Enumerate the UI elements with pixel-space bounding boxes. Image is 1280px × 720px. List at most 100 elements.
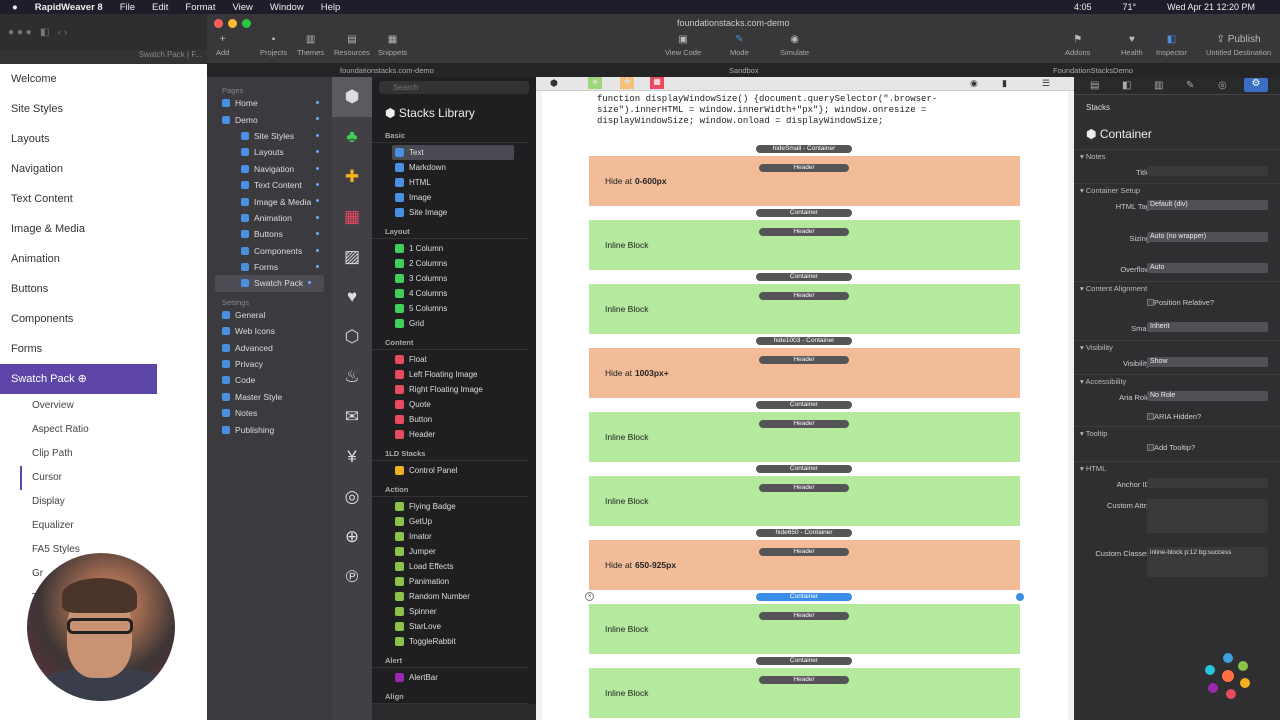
library-item-panimation[interactable]: Panimation <box>372 574 536 589</box>
settings-sliders-icon[interactable]: ☰ <box>1042 78 1050 89</box>
red-swatch-icon[interactable]: ▦ <box>650 77 664 89</box>
web-nav-forms[interactable]: Forms <box>0 334 157 364</box>
library-section-basic[interactable]: Basic <box>372 128 528 143</box>
container-pill[interactable]: hide1003 - Container <box>756 337 852 345</box>
library-item-load-effects[interactable]: Load Effects <box>372 559 536 574</box>
page-item-buttons[interactable]: Buttons <box>207 226 332 242</box>
library-item-site-image[interactable]: Site Image <box>372 205 536 220</box>
menu-view[interactable]: View <box>232 2 252 13</box>
library-section-content[interactable]: Content <box>372 335 528 350</box>
orange-swatch-icon[interactable]: ✚ <box>620 77 634 89</box>
inspector-button[interactable]: ◧ Inspector <box>1156 34 1187 57</box>
header-pill[interactable]: Header <box>759 612 849 620</box>
page-inspector-icon[interactable]: ▤ <box>1090 80 1099 91</box>
web-nav-components[interactable]: Components <box>0 304 157 334</box>
tab-foundationstacksdemo[interactable]: FoundationStacksDemo <box>1053 66 1133 75</box>
menu-window[interactable]: Window <box>270 2 304 13</box>
library-item-button[interactable]: Button <box>372 412 536 427</box>
web-nav-layouts[interactable]: Layouts <box>0 124 157 154</box>
library-item-control-panel[interactable]: Control Panel <box>372 463 536 478</box>
container-setup-group[interactable]: ▾ Container Setup <box>1074 183 1280 196</box>
library-item-header[interactable]: Header <box>372 427 536 442</box>
library-section-action[interactable]: Action <box>372 482 528 497</box>
web-nav-image-media[interactable]: Image & Media <box>0 214 157 244</box>
flame-icon[interactable]: ♨ <box>332 357 372 397</box>
visibility-group[interactable]: ▾ Visibility <box>1074 340 1280 353</box>
header-pill[interactable]: Header <box>759 484 849 492</box>
stacks-mode-icon[interactable]: ⬢ <box>550 78 558 89</box>
page-item-swatch-pack[interactable]: Swatch Pack <box>215 275 324 292</box>
general-inspector-icon[interactable]: ◧ <box>1122 80 1131 91</box>
delete-stack-icon[interactable]: × <box>585 592 594 601</box>
resources-button[interactable]: ▤ Resources <box>334 34 370 57</box>
page-item-site-styles[interactable]: Site Styles <box>207 128 332 144</box>
html-group[interactable]: ▾ HTML <box>1074 461 1280 474</box>
library-item-imator[interactable]: Imator <box>372 529 536 544</box>
simulate-button[interactable]: ◉ Simulate <box>780 34 809 57</box>
container-pill[interactable]: Container <box>756 209 852 217</box>
cube-icon[interactable]: ⬢ <box>332 77 372 117</box>
web-nav-animation[interactable]: Animation <box>0 244 157 274</box>
custom-classes-field[interactable]: inline-block p:12 bg:success <box>1147 547 1268 577</box>
container-pill[interactable]: hideSmall - Container <box>756 145 852 153</box>
web-sub-aspect-ratio[interactable]: Aspect Ratio <box>0 418 157 442</box>
heart-icon[interactable]: ♥ <box>332 277 372 317</box>
library-section-align[interactable]: Align <box>372 689 528 704</box>
title-field[interactable] <box>1147 166 1268 176</box>
aria-role-select[interactable]: No Role <box>1147 391 1268 401</box>
library-item-left-floating-image[interactable]: Left Floating Image <box>372 367 536 382</box>
yen-icon[interactable]: ¥ <box>332 437 372 477</box>
notes-group[interactable]: ▾ Notes <box>1074 149 1280 162</box>
library-item-alertbar[interactable]: AlertBar <box>372 670 536 685</box>
green-swatch-icon[interactable]: ♣ <box>588 77 602 89</box>
info-icon[interactable] <box>1016 593 1024 601</box>
custom-attrs-field[interactable] <box>1147 499 1268 533</box>
globe-icon[interactable]: ◎ <box>332 477 372 517</box>
container-pill[interactable]: hide650 - Container <box>756 529 852 537</box>
view-code-button[interactable]: ▣ View Code <box>665 34 701 57</box>
html-tag-select[interactable]: Default (div) <box>1147 200 1268 210</box>
library-item-5-columns[interactable]: 5 Columns <box>372 301 536 316</box>
header-pill[interactable]: Header <box>759 548 849 556</box>
target-inspector-icon[interactable]: ◎ <box>1218 80 1227 91</box>
page-item-layouts[interactable]: Layouts <box>207 144 332 160</box>
settings-item-code[interactable]: Code <box>207 372 332 388</box>
settings-item-publishing[interactable]: Publishing <box>207 421 332 437</box>
header-inspector-icon[interactable]: ▥ <box>1154 80 1163 91</box>
library-item-html[interactable]: HTML <box>372 175 536 190</box>
page-item-forms[interactable]: Forms <box>207 259 332 275</box>
library-item-starlove[interactable]: StarLove <box>372 619 536 634</box>
settings-item-web-icons[interactable]: Web Icons <box>207 323 332 339</box>
small-select[interactable]: Inherit <box>1147 322 1268 332</box>
settings-item-general[interactable]: General <box>207 307 332 323</box>
minimize-window-button[interactable] <box>228 19 237 28</box>
library-item-quote[interactable]: Quote <box>372 397 536 412</box>
web-sub-cursor[interactable]: Cursor <box>20 466 157 490</box>
header-pill[interactable]: Header <box>759 164 849 172</box>
add-button[interactable]: + Add <box>216 34 229 57</box>
tab-sandbox[interactable]: Sandbox <box>729 66 759 75</box>
web-sub-display[interactable]: Display <box>0 490 157 514</box>
page-item-image-media[interactable]: Image & Media <box>207 193 332 209</box>
web-nav-navigation[interactable]: Navigation <box>0 154 157 184</box>
library-item-random-number[interactable]: Random Number <box>372 589 536 604</box>
library-item-getup[interactable]: GetUp <box>372 514 536 529</box>
page-item-text-content[interactable]: Text Content <box>207 177 332 193</box>
header-pill[interactable]: Header <box>759 356 849 364</box>
settings-item-advanced[interactable]: Advanced <box>207 339 332 355</box>
settings-item-notes[interactable]: Notes <box>207 405 332 421</box>
page-item-navigation[interactable]: Navigation <box>207 161 332 177</box>
header-pill[interactable]: Header <box>759 228 849 236</box>
web-nav-text-content[interactable]: Text Content <box>0 184 157 214</box>
library-item-flying-badge[interactable]: Flying Badge <box>372 499 536 514</box>
tab-foundationstacks-demo[interactable]: foundationstacks.com-demo <box>340 66 434 75</box>
menu-help[interactable]: Help <box>321 2 341 13</box>
content-alignment-group[interactable]: ▾ Content Alignment <box>1074 281 1280 294</box>
library-section-alert[interactable]: Alert <box>372 653 528 668</box>
page-item-animation[interactable]: Animation <box>207 210 332 226</box>
library-item-4-columns[interactable]: 4 Columns <box>372 286 536 301</box>
library-section-layout[interactable]: Layout <box>372 224 528 239</box>
stacks-inspector-icon[interactable]: ⚙ <box>1244 78 1268 92</box>
grid-icon[interactable]: ▦ <box>332 197 372 237</box>
envelope-icon[interactable]: ✉ <box>332 397 372 437</box>
